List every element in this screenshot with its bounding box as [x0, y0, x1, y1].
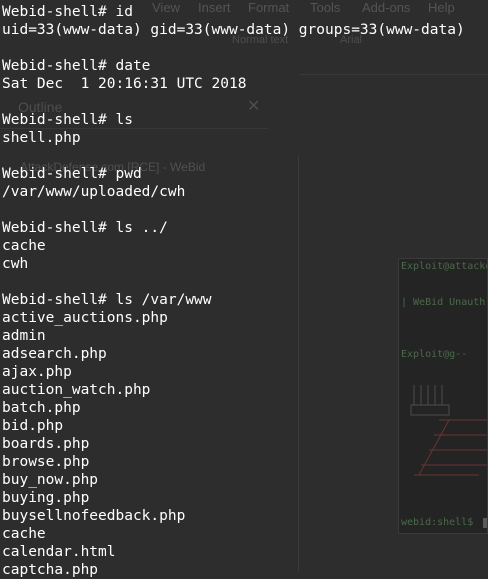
output-line: buy_now.php — [2, 472, 99, 488]
output-line: Sat Dec 1 20:16:31 UTC 2018 — [2, 76, 247, 92]
command-line: Webid-shell# pwd — [2, 166, 142, 182]
output-line: admin — [2, 328, 46, 344]
output-line: buying.php — [2, 490, 90, 506]
output-line: /var/www/uploaded/cwh — [2, 184, 186, 200]
terminal-output[interactable]: Webid-shell# id uid=33(www-data) gid=33(w… — [2, 3, 488, 579]
command-line: Webid-shell# ls ../ — [2, 220, 168, 236]
output-line: cache — [2, 526, 46, 542]
command-line: Webid-shell# date — [2, 58, 151, 74]
output-line: uid=33(www-data) gid=33(www-data) groups… — [2, 22, 465, 38]
output-line: auction_watch.php — [2, 382, 151, 398]
output-line: calendar.html — [2, 544, 116, 560]
output-line: batch.php — [2, 400, 81, 416]
output-line: shell.php — [2, 130, 81, 146]
output-line: adsearch.php — [2, 346, 107, 362]
output-line: cwh — [2, 256, 29, 272]
command-line: Webid-shell# ls — [2, 112, 133, 128]
output-line: ajax.php — [2, 364, 72, 380]
command-line: Webid-shell# ls /var/www — [2, 292, 212, 308]
output-line: buysellnofeedback.php — [2, 508, 186, 524]
command-line: Webid-shell# id — [2, 4, 133, 20]
output-line: browse.php — [2, 454, 90, 470]
output-line: boards.php — [2, 436, 90, 452]
output-line: cache — [2, 238, 46, 254]
output-line: active_auctions.php — [2, 310, 168, 326]
output-line: captcha.php — [2, 562, 99, 578]
output-line: bid.php — [2, 418, 64, 434]
